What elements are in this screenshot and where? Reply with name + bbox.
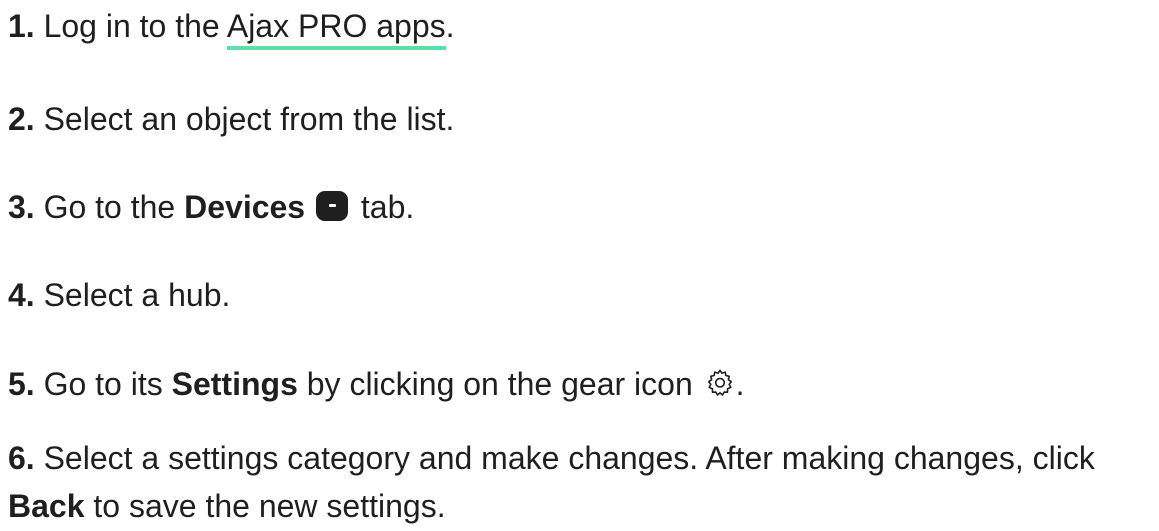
step-text-end: to save the new settings.: [84, 488, 446, 524]
devices-tab-icon: [315, 191, 348, 221]
ajax-pro-apps-link[interactable]: Ajax PRO apps: [226, 8, 446, 50]
gear-icon: [707, 369, 732, 396]
step-text: Log in to the: [43, 8, 227, 44]
step-text: Select a settings category and make chan…: [43, 440, 1095, 476]
step-5: 5. Go to its Settings by clicking on the…: [8, 362, 745, 406]
step-1: 1. Log in to the Ajax PRO apps.: [8, 4, 455, 50]
step-number: 4.: [8, 277, 35, 313]
step-text-end: tab.: [351, 189, 415, 225]
step-number: 6.: [8, 440, 35, 476]
step-text: Go to the: [43, 189, 185, 225]
back-label: Back: [8, 488, 85, 524]
step-3: 3. Go to the Devices tab.: [8, 185, 414, 229]
settings-label: Settings: [171, 366, 298, 402]
step-number: 3.: [8, 189, 35, 225]
step-text: Select a hub.: [43, 277, 231, 313]
step-number: 2.: [8, 101, 35, 137]
step-text-end: .: [735, 366, 745, 402]
step-6: 6. Select a settings category and make c…: [8, 434, 1148, 530]
step-4: 4. Select a hub.: [8, 273, 230, 317]
step-text-mid: by clicking on the gear icon: [297, 366, 702, 402]
step-2: 2. Select an object from the list.: [8, 97, 454, 141]
step-number: 5.: [8, 366, 35, 402]
step-text: Select an object from the list.: [43, 101, 455, 137]
step-text-end: .: [445, 8, 455, 44]
step-number: 1.: [8, 8, 35, 44]
devices-label: Devices: [184, 189, 306, 225]
step-text: Go to its: [43, 366, 172, 402]
